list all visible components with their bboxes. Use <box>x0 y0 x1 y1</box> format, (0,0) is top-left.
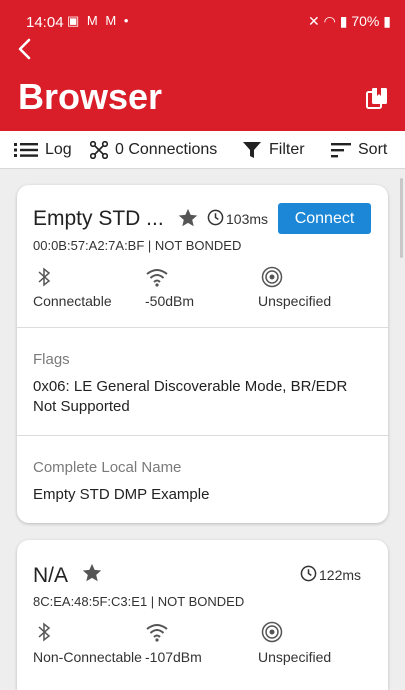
status-time: 14:04 <box>26 14 64 31</box>
back-arrow-icon[interactable] <box>14 36 36 62</box>
device-name: N/A <box>33 564 69 587</box>
device-address: 00:0B:57:A2:7A:BF | NOT BONDED <box>33 238 242 253</box>
mute-icon: ✕ <box>308 13 320 29</box>
rssi-label: -107dBm <box>145 649 202 665</box>
battery-percent: 70% <box>351 13 380 29</box>
device-address: 8C:EA:48:5F:C3:E1 | NOT BONDED <box>33 594 245 609</box>
tx-power-label: Unspecified <box>258 649 332 665</box>
sort-label: Sort <box>358 141 388 158</box>
bookmarks-icon[interactable] <box>365 86 389 110</box>
connections-icon <box>90 141 108 159</box>
connections-button[interactable]: 0 Connections <box>90 131 217 169</box>
page-title: Browser <box>18 76 163 117</box>
wifi-signal-icon <box>146 269 168 287</box>
device-name: Empty STD ... <box>33 207 164 230</box>
toolbar: Log 0 Connections Filter Sort <box>0 131 405 169</box>
device-card[interactable]: Empty STD ... 103ms Connect 00:0B:57:A2:… <box>17 185 388 523</box>
divider <box>17 327 388 328</box>
flags-value: 0x06: LE General Discoverable Mode, BR/E… <box>33 378 348 415</box>
sort-icon <box>331 143 351 158</box>
system-icons: ✕ ◠ ▮ 70% ▮ <box>308 13 391 30</box>
tx-power-icon <box>261 266 283 288</box>
sort-button[interactable]: Sort <box>331 131 387 169</box>
image-icon: ▣ <box>67 13 82 28</box>
wifi-icon: ◠ <box>323 13 336 29</box>
clock-icon <box>207 209 224 226</box>
bluetooth-icon <box>38 267 51 287</box>
device-card[interactable]: N/A 122ms 8C:EA:48:5F:C3:E1 | NOT BONDED… <box>17 540 388 690</box>
notification-icons: ▣ M M • <box>67 13 130 29</box>
filter-label: Filter <box>269 141 305 158</box>
mail-icon: M <box>86 13 100 28</box>
bluetooth-icon <box>38 622 51 642</box>
mail-icon: M <box>105 13 119 28</box>
connectability-label: Non-Connectable <box>33 649 142 665</box>
connections-label: 0 Connections <box>115 141 218 158</box>
filter-icon <box>243 142 261 158</box>
tx-power-label: Unspecified <box>258 293 332 309</box>
tx-power-icon <box>261 621 283 643</box>
local-name-value: Empty STD DMP Example <box>33 486 210 503</box>
divider <box>17 435 388 436</box>
dot-icon: • <box>123 13 131 28</box>
star-icon[interactable] <box>81 562 103 584</box>
log-button[interactable]: Log <box>14 131 72 169</box>
log-label: Log <box>45 141 72 158</box>
star-icon[interactable] <box>177 207 199 229</box>
filter-button[interactable]: Filter <box>242 131 305 169</box>
scrollbar[interactable] <box>400 178 403 258</box>
clock-icon <box>300 565 317 582</box>
battery-icon: ▮ <box>383 13 391 29</box>
rssi-label: -50dBm <box>145 293 195 309</box>
advertising-interval: 122ms <box>319 567 362 583</box>
connectability-label: Connectable <box>33 293 112 309</box>
local-name-label: Complete Local Name <box>33 459 182 476</box>
signal-icon: ▮ <box>339 13 348 29</box>
flags-label: Flags <box>33 351 70 368</box>
app-bar: 14:04 ▣ M M • ✕ ◠ ▮ 70% ▮ Browser <box>0 0 405 131</box>
status-bar: 14:04 ▣ M M • ✕ ◠ ▮ 70% ▮ <box>0 0 405 44</box>
wifi-signal-icon <box>146 624 168 642</box>
connect-button[interactable]: Connect <box>278 203 371 234</box>
list-icon <box>14 143 38 157</box>
advertising-interval: 103ms <box>226 211 269 227</box>
